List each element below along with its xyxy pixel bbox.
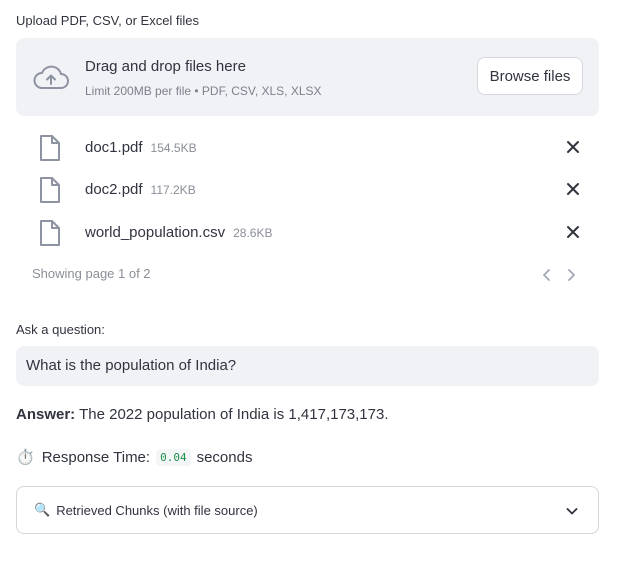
file-size: 117.2KB: [150, 183, 196, 197]
response-time-label: Response Time:: [41, 448, 151, 466]
dropzone-title: Drag and drop files here: [85, 58, 246, 75]
file-item: doc1.pdf 154.5KB: [16, 130, 599, 164]
response-time: ⏱️ Response Time: 0.04 seconds: [16, 448, 252, 466]
file-dropzone[interactable]: Drag and drop files here Limit 200MB per…: [16, 38, 599, 116]
question-input[interactable]: What is the population of India?: [16, 346, 599, 386]
close-icon[interactable]: [566, 140, 580, 154]
browse-files-button[interactable]: Browse files: [477, 57, 583, 95]
file-name: doc2.pdf: [85, 181, 143, 198]
file-icon: [40, 177, 60, 203]
file-name: world_population.csv: [85, 224, 226, 241]
stopwatch-icon: ⏱️: [16, 449, 35, 466]
file-name: doc1.pdf: [85, 139, 143, 156]
question-label: Ask a question:: [16, 322, 105, 337]
file-item: doc2.pdf 117.2KB: [16, 172, 599, 206]
pagination-text: Showing page 1 of 2: [32, 266, 151, 281]
chevron-right-icon[interactable]: [565, 269, 577, 281]
file-icon: [40, 220, 60, 246]
magnifier-icon: 🔍: [34, 502, 51, 517]
cloud-upload-icon: [33, 65, 69, 89]
chevron-left-icon[interactable]: [541, 269, 553, 281]
expander-header: 🔍 Retrieved Chunks (with file source): [34, 502, 258, 518]
close-icon[interactable]: [566, 225, 580, 239]
close-icon[interactable]: [566, 182, 580, 196]
expander-label: Retrieved Chunks (with file source): [56, 502, 258, 518]
retrieved-chunks-expander[interactable]: 🔍 Retrieved Chunks (with file source): [16, 486, 599, 534]
file-icon: [40, 135, 60, 161]
answer-prefix: Answer:: [16, 406, 76, 423]
dropzone-limit: Limit 200MB per file • PDF, CSV, XLS, XL…: [85, 84, 322, 98]
answer-body: The 2022 population of India is 1,417,17…: [75, 406, 389, 423]
response-time-unit: seconds: [196, 448, 253, 466]
answer-text: Answer: The 2022 population of India is …: [16, 406, 389, 423]
upload-label: Upload PDF, CSV, or Excel files: [16, 13, 200, 28]
file-size: 28.6KB: [233, 226, 273, 240]
chevron-down-icon[interactable]: [566, 505, 578, 517]
file-item: world_population.csv 28.6KB: [16, 215, 599, 249]
file-size: 154.5KB: [150, 141, 197, 155]
response-time-value: 0.04: [156, 448, 191, 466]
